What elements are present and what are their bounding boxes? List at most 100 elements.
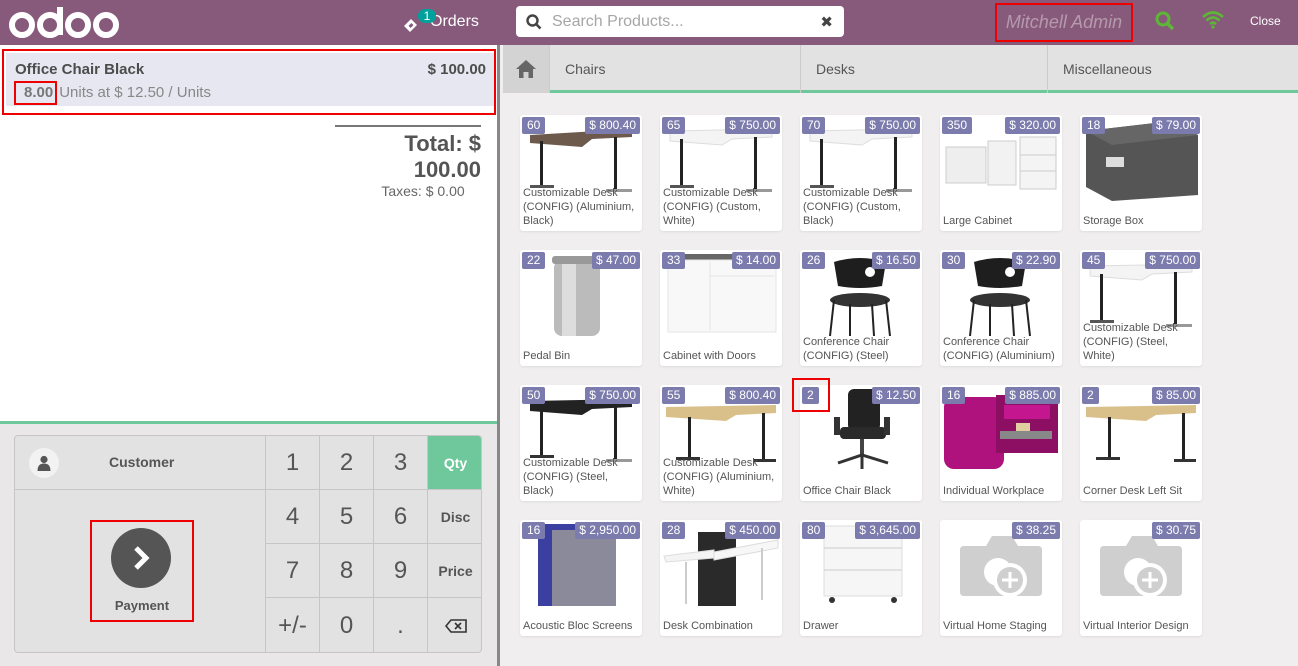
price-badge: $ 30.75 [1151,522,1200,539]
price-badge: $ 750.00 [865,117,920,134]
numpad-key-0[interactable]: 0 [320,598,374,652]
backspace-button[interactable] [428,598,481,652]
payment-button[interactable]: Payment [90,520,194,622]
product-card[interactable]: 60 $ 800.40 Customizable Desk (CONFIG) (Al… [520,115,642,231]
product-card[interactable]: 33 $ 14.00 Cabinet with Doors [660,250,782,366]
category-bar: Chairs Desks Miscellaneous [503,45,1298,93]
product-name: Customizable Desk (CONFIG) (Aluminium, B… [523,187,635,227]
product-card[interactable]: 30 $ 22.90 Conference Chair (CONFIG) (Alum… [940,250,1062,366]
product-name: Customizable Desk (CONFIG) (Steel, White… [1083,322,1178,362]
barcode-search-icon[interactable] [1155,11,1175,36]
product-card[interactable]: 45 $ 750.00 Customizable Desk (CONFIG) (St… [1080,250,1202,366]
numpad-key-3[interactable]: 3 [374,436,428,490]
product-search[interactable]: ✖ [516,6,844,37]
price-badge: $ 800.40 [725,387,780,404]
product-card[interactable]: 26 $ 16.50 Conference Chair (CONFIG) (Stee… [800,250,922,366]
order-totals: Total: $ 100.00 Taxes: $ 0.00 [335,125,481,199]
order-line-unit-info: Units at $ 12.50 / Units [59,84,211,101]
product-card[interactable]: 22 $ 47.00 Pedal Bin [520,250,642,366]
category-chairs[interactable]: Chairs [550,45,801,93]
order-line[interactable]: Office Chair Black $ 100.00 8.00 Units a… [2,49,496,115]
search-input[interactable] [552,12,812,31]
numpad-key-sign[interactable]: +/- [266,598,320,652]
product-card[interactable]: 16 $ 2,950.00 Acoustic Bloc Screens [520,520,642,636]
price-badge: $ 885.00 [1005,387,1060,404]
user-icon [29,447,59,478]
product-card[interactable]: $ 30.75 Virtual Interior Design [1080,520,1202,636]
product-card[interactable]: 2 $ 85.00 Corner Desk Left Sit [1080,385,1202,501]
customer-button[interactable]: Customer [15,436,266,490]
product-card[interactable]: 70 $ 750.00 Customizable Desk (CONFIG) (Cu… [800,115,922,231]
product-name: Drawer [803,620,839,632]
backspace-icon [444,619,467,633]
home-icon [516,60,536,78]
cashier-name[interactable]: Mitchell Admin [995,3,1133,42]
category-miscellaneous[interactable]: Miscellaneous [1048,45,1298,93]
stock-badge: 350 [942,117,973,134]
stock-badge: 16 [942,387,966,404]
order-line-info: 8.00 Units at $ 12.50 / Units [14,81,211,105]
numpad-key-1[interactable]: 1 [266,436,320,490]
product-card[interactable]: 28 $ 450.00 Desk Combination [660,520,782,636]
numpad-key-decimal[interactable]: . [374,598,428,652]
numpad-key-5[interactable]: 5 [320,490,374,544]
price-badge: $ 750.00 [725,117,780,134]
product-card[interactable]: 350 $ 320.00 Large Cabinet [940,115,1062,231]
category-desks[interactable]: Desks [801,45,1048,93]
customer-label: Customer [109,454,175,470]
stock-badge: 2 [1082,387,1099,404]
mode-qty-button[interactable]: Qty [428,436,481,490]
mode-price-button[interactable]: Price [428,544,481,598]
product-name: Individual Workplace [943,485,1045,497]
product-card[interactable]: 80 $ 3,645.00 Drawer [800,520,922,636]
stock-badge: 28 [662,522,686,539]
order-line-selected[interactable]: Office Chair Black $ 100.00 8.00 Units a… [6,53,494,106]
price-badge: $ 2,950.00 [575,522,640,539]
product-card[interactable]: 50 $ 750.00 Customizable Desk (CONFIG) (St… [520,385,642,501]
close-button[interactable]: Close [1250,14,1281,28]
product-name: Office Chair Black [803,485,891,497]
orders-label: Orders [430,13,479,30]
stock-badge: 33 [662,252,686,269]
product-name: Virtual Interior Design [1083,620,1189,632]
product-name: Customizable Desk (CONFIG) (Custom, Blac… [803,187,901,227]
numpad-key-9[interactable]: 9 [374,544,428,598]
product-name: Customizable Desk (CONFIG) (Aluminium, W… [663,457,775,497]
stock-badge: 30 [942,252,966,269]
price-badge: $ 3,645.00 [855,522,920,539]
product-name: Customizable Desk (CONFIG) (Steel, Black… [523,457,618,497]
stock-badge: 22 [522,252,546,269]
numpad-key-2[interactable]: 2 [320,436,374,490]
product-card[interactable]: $ 38.25 Virtual Home Staging [940,520,1062,636]
stock-badge: 16 [522,522,546,539]
order-line-product: Office Chair Black [15,61,145,78]
numpad-key-6[interactable]: 6 [374,490,428,544]
price-badge: $ 750.00 [1145,252,1200,269]
orders-count-badge: 1 [418,9,436,23]
wifi-icon[interactable] [1202,11,1224,34]
stock-badge: 55 [662,387,686,404]
order-line-quantity: 8.00 [14,81,58,105]
product-name: Customizable Desk (CONFIG) (Custom, Whit… [663,187,761,227]
stock-badge: 45 [1082,252,1106,269]
mode-disc-button[interactable]: Disc [428,490,481,544]
order-total: Total: $ 100.00 [404,131,481,182]
product-card[interactable]: 65 $ 750.00 Customizable Desk (CONFIG) (Cu… [660,115,782,231]
price-badge: $ 450.00 [725,522,780,539]
ticket-icon: 1 [402,9,436,32]
product-card[interactable]: 55 $ 800.40 Customizable Desk (CONFIG) (Al… [660,385,782,501]
numpad-key-4[interactable]: 4 [266,490,320,544]
numpad-key-8[interactable]: 8 [320,544,374,598]
stock-badge: 80 [802,522,826,539]
search-icon [516,13,552,30]
payment-label: Payment [114,598,170,613]
numpad-key-7[interactable]: 7 [266,544,320,598]
product-card[interactable]: 16 $ 885.00 Individual Workplace [940,385,1062,501]
price-badge: $ 38.25 [1011,522,1060,539]
product-card[interactable]: 18 $ 79.00 Storage Box [1080,115,1202,231]
header: 1 Orders ✖ Mitchell Admin Close [0,0,1298,45]
orders-button[interactable]: 1 Orders [402,8,479,36]
product-name: Virtual Home Staging [943,620,1047,632]
clear-search-icon[interactable]: ✖ [820,13,833,31]
home-category-button[interactable] [503,45,550,93]
